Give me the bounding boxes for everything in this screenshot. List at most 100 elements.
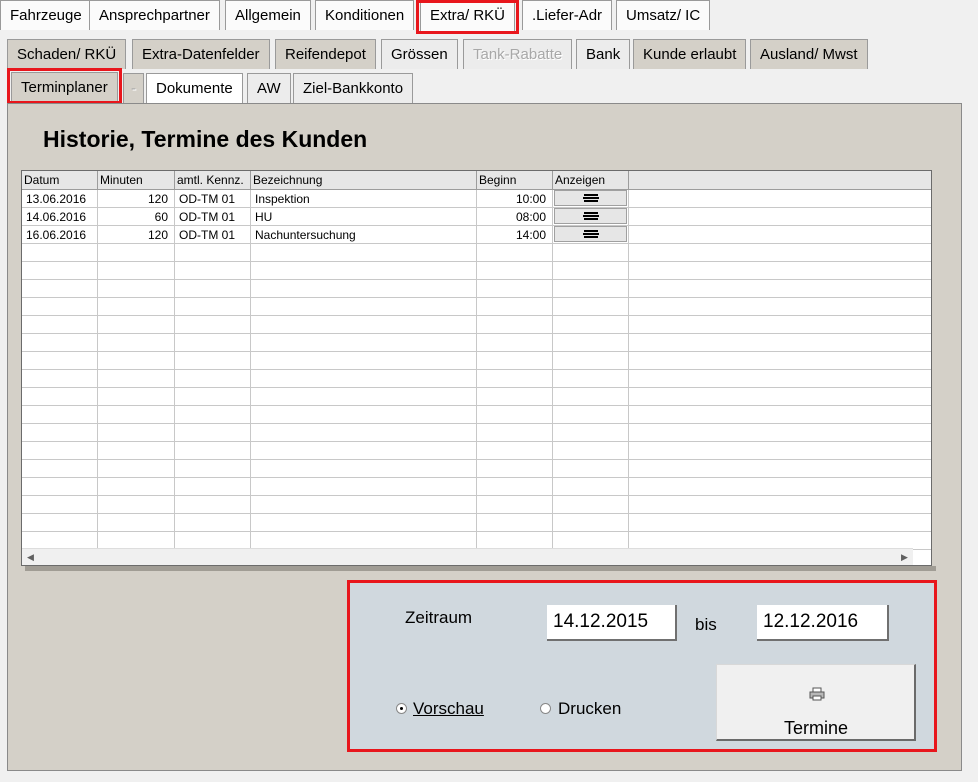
horizontal-scrollbar[interactable]: ◀ ▶ [22,548,913,565]
cell-anzeigen[interactable] [553,262,629,280]
col-header-beginn[interactable]: Beginn [477,171,553,190]
tab-dokumente[interactable]: Dokumente [146,73,243,103]
tab-terminplaner[interactable]: Terminplaner [11,72,118,103]
cell-anzeigen[interactable] [553,424,629,442]
cell-minuten: 120 [98,190,175,208]
cell-anzeigen[interactable] [553,226,629,244]
cell-anzeigen[interactable] [553,280,629,298]
cell-bezeichnung [251,280,477,298]
cell-bezeichnung [251,496,477,514]
show-appointment-button[interactable] [554,226,627,242]
cell-anzeigen[interactable] [553,406,629,424]
vorschau-radio[interactable] [396,703,407,714]
cell-bezeichnung [251,460,477,478]
cell-bezeichnung [251,334,477,352]
cell-beginn [477,298,553,316]
cell-bezeichnung [251,514,477,532]
tab-kunde-erlaubt[interactable]: Kunde erlaubt [633,39,747,69]
col-header-kennzeichen[interactable]: amtl. Kennz. [175,171,251,190]
cell-datum [22,424,98,442]
col-header-datum[interactable]: Datum [22,171,98,190]
cell-filler [629,298,931,316]
cell-anzeigen[interactable] [553,514,629,532]
tab-groessen[interactable]: Grössen [381,39,458,69]
cell-minuten: 120 [98,226,175,244]
printer-icon [809,687,825,701]
cell-datum [22,442,98,460]
tab-allgemein[interactable]: Allgemein [225,0,311,30]
cell-minuten [98,496,175,514]
cell-minuten [98,316,175,334]
cell-kennzeichen: OD-TM 01 [175,226,251,244]
tab-fahrzeuge[interactable]: Fahrzeuge [0,0,92,30]
cell-anzeigen[interactable] [553,316,629,334]
cell-bezeichnung [251,388,477,406]
cell-anzeigen[interactable] [553,334,629,352]
cell-filler [629,388,931,406]
cell-bezeichnung: Nachuntersuchung [251,226,477,244]
cell-anzeigen[interactable] [553,190,629,208]
cell-kennzeichen [175,478,251,496]
appointments-grid[interactable]: Datum Minuten amtl. Kennz. Bezeichnung B… [21,170,932,566]
cell-anzeigen[interactable] [553,388,629,406]
tab-ziel-bankkonto[interactable]: Ziel-Bankkonto [293,73,414,103]
cell-datum [22,496,98,514]
cell-anzeigen[interactable] [553,496,629,514]
cell-minuten: 60 [98,208,175,226]
cell-bezeichnung [251,352,477,370]
cell-anzeigen[interactable] [553,352,629,370]
cell-anzeigen[interactable] [553,460,629,478]
show-appointment-button[interactable] [554,208,627,224]
tab-ausland-mwst[interactable]: Ausland/ Mwst [750,39,868,69]
from-date-input[interactable]: 14.12.2015 [547,605,677,641]
grid-shadow [25,566,936,571]
page-title: Historie, Termine des Kunden [43,126,368,152]
cell-kennzeichen [175,388,251,406]
cell-anzeigen[interactable] [553,478,629,496]
cell-minuten [98,370,175,388]
col-header-bezeichnung[interactable]: Bezeichnung [251,171,477,190]
cell-beginn [477,424,553,442]
cell-anzeigen[interactable] [553,442,629,460]
tab-extra-datenfelder[interactable]: Extra-Datenfelder [132,39,270,69]
cell-datum [22,370,98,388]
cell-anzeigen[interactable] [553,208,629,226]
tab-umsatz-ic[interactable]: Umsatz/ IC [616,0,711,30]
cell-minuten [98,442,175,460]
col-header-minuten[interactable]: Minuten [98,171,175,190]
cell-beginn [477,352,553,370]
scroll-left-icon[interactable]: ◀ [22,549,39,565]
tab-aw[interactable]: AW [247,73,291,103]
termine-button[interactable]: Termine [716,664,916,741]
scroll-right-icon[interactable]: ▶ [896,549,913,565]
cell-datum [22,334,98,352]
tab-ansprechpartner[interactable]: Ansprechpartner [89,0,220,30]
col-header-anzeigen[interactable]: Anzeigen [553,171,629,190]
list-icon [582,230,599,238]
show-appointment-button[interactable] [554,190,627,206]
tab-bank[interactable]: Bank [576,39,631,69]
drucken-radio[interactable] [540,703,551,714]
vorschau-label[interactable]: Vorschau [413,699,484,719]
to-date-input[interactable]: 12.12.2016 [757,605,889,641]
tab-extra-rku[interactable]: Extra/ RKÜ [420,0,516,32]
cell-anzeigen[interactable] [553,370,629,388]
tab-schaden-rku[interactable]: Schaden/ RKÜ [7,39,127,69]
cell-datum [22,316,98,334]
tab-konditionen[interactable]: Konditionen [315,0,415,30]
termine-button-label: Termine [783,718,849,738]
drucken-text: Drucken [558,699,622,718]
cell-bezeichnung [251,442,477,460]
cell-filler [629,460,931,478]
cell-beginn [477,460,553,478]
cell-datum [22,460,98,478]
drucken-label[interactable]: Drucken [558,699,621,719]
tab-liefer-adr[interactable]: .Liefer-Adr [522,0,613,30]
cell-filler [629,316,931,334]
cell-anzeigen[interactable] [553,244,629,262]
cell-minuten [98,244,175,262]
cell-anzeigen[interactable] [553,298,629,316]
tab-reifendepot[interactable]: Reifendepot [275,39,376,69]
cell-kennzeichen [175,424,251,442]
cell-kennzeichen [175,406,251,424]
